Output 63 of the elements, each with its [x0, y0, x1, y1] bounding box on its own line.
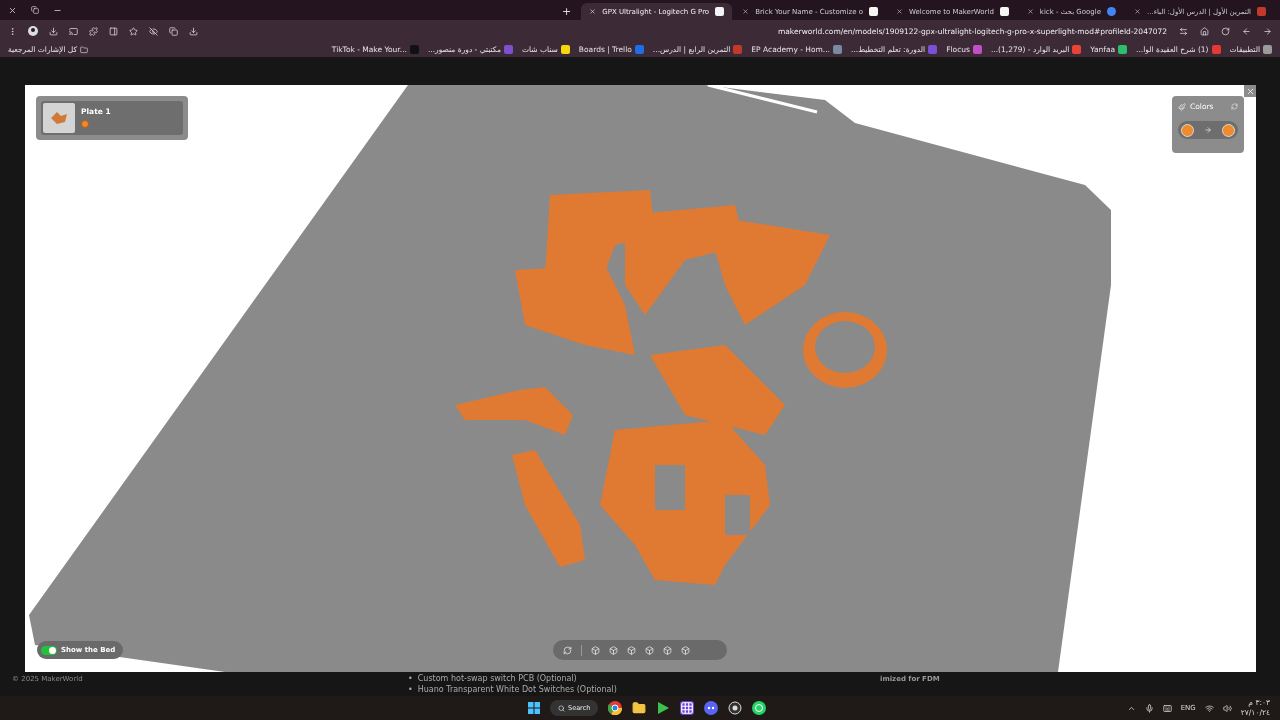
- color-swap-row[interactable]: [1178, 121, 1238, 139]
- side-panel-icon[interactable]: [109, 26, 118, 36]
- arrow-icon: [1204, 126, 1212, 134]
- windows-start-icon[interactable]: [528, 702, 540, 714]
- folder-icon[interactable]: [632, 701, 647, 715]
- chrome-icon[interactable]: [608, 701, 623, 715]
- close-icon[interactable]: [1026, 8, 1034, 15]
- eye-off-icon[interactable]: [149, 26, 158, 36]
- cube-view-icon[interactable]: [645, 645, 654, 655]
- close-icon[interactable]: [895, 8, 903, 15]
- bullet: •: [408, 673, 413, 684]
- forward-icon[interactable]: [1263, 26, 1272, 36]
- back-icon[interactable]: [1242, 26, 1251, 36]
- site-controls-icon[interactable]: [1179, 26, 1188, 36]
- close-icon[interactable]: [8, 5, 17, 15]
- download-icon[interactable]: [49, 26, 58, 36]
- color-swatch[interactable]: [1222, 123, 1235, 137]
- google-favicon-icon: [1107, 7, 1116, 16]
- network-icon[interactable]: [1204, 703, 1214, 713]
- close-icon[interactable]: [742, 8, 750, 15]
- discord-icon[interactable]: [704, 701, 719, 715]
- star-icon[interactable]: [129, 26, 138, 36]
- makerworld-favicon-icon: [999, 7, 1009, 16]
- plate-thumbnail-icon: [49, 110, 69, 126]
- toggle-switch[interactable]: [41, 645, 57, 655]
- whatsapp-icon[interactable]: [752, 701, 767, 715]
- makerworld-favicon-icon: [868, 7, 878, 16]
- cube-view-icon[interactable]: [591, 645, 600, 655]
- profile-avatar-icon[interactable]: [28, 26, 38, 36]
- cast-icon[interactable]: [69, 26, 78, 36]
- feature-list-item: Huano Transparent White Dot Switches (Optional): [417, 684, 617, 695]
- close-button[interactable]: [1244, 85, 1256, 97]
- close-icon: [1245, 86, 1255, 96]
- paint-roller-icon: [1178, 102, 1186, 111]
- cube-view-icon[interactable]: [609, 645, 618, 655]
- keyboard-icon[interactable]: [1162, 703, 1172, 713]
- volume-icon[interactable]: [1222, 703, 1232, 713]
- feature-list-item: Custom hot-swap switch PCB (Optional): [417, 673, 577, 684]
- reload-icon[interactable]: [1221, 26, 1230, 36]
- bullet: •: [408, 684, 413, 695]
- camera-app-icon[interactable]: [728, 701, 743, 715]
- makerworld-favicon-icon: [715, 7, 725, 16]
- extensions-icon[interactable]: [89, 26, 98, 36]
- close-icon[interactable]: [1134, 8, 1141, 15]
- close-icon[interactable]: [589, 8, 597, 15]
- new-tab-button[interactable]: +: [554, 4, 580, 20]
- home-icon[interactable]: [1200, 26, 1209, 36]
- menu-icon[interactable]: [8, 26, 17, 36]
- grid-app-icon[interactable]: [680, 701, 695, 715]
- cube-view-icon[interactable]: [681, 645, 690, 655]
- flag-favicon-icon: [1257, 7, 1266, 16]
- restore-icon[interactable]: [31, 6, 39, 14]
- cube-view-icon[interactable]: [627, 645, 636, 655]
- reset-view-icon[interactable]: [563, 645, 572, 655]
- microphone-icon[interactable]: [1144, 703, 1154, 713]
- play-arrow-icon[interactable]: [656, 701, 671, 715]
- search-icon: [558, 704, 565, 712]
- tabs-icon[interactable]: [169, 26, 178, 36]
- cube-view-icon[interactable]: [663, 645, 672, 655]
- filament-dot: [81, 120, 89, 128]
- folder-icon: [80, 45, 89, 54]
- download-icon[interactable]: [189, 26, 198, 36]
- color-swatch[interactable]: [1181, 123, 1194, 137]
